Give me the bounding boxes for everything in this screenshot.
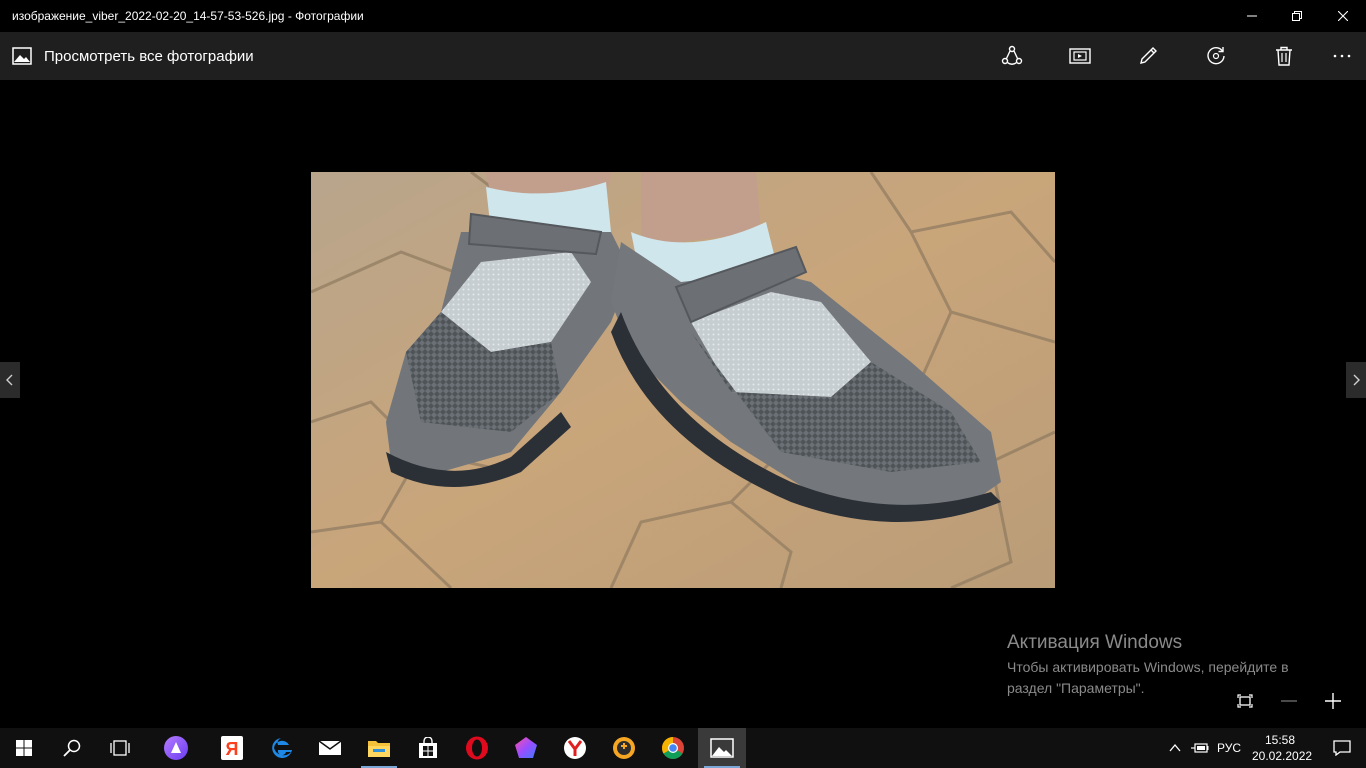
mail-button[interactable] [306, 728, 354, 768]
edge-icon [272, 738, 292, 758]
task-view-icon [110, 740, 130, 756]
start-button[interactable] [0, 728, 48, 768]
photos-button[interactable] [698, 728, 746, 768]
taskbar: Я РУС 15:58 20.02.2022 [0, 728, 1366, 768]
svg-text:Я: Я [226, 739, 239, 759]
restore-icon [1292, 11, 1302, 21]
notifications-button[interactable] [1318, 728, 1366, 768]
task-view-button[interactable] [96, 728, 144, 768]
alice-button[interactable] [152, 728, 200, 768]
browser-shield-icon [613, 737, 635, 759]
zoom-out-button[interactable] [1269, 684, 1309, 718]
rotate-button[interactable] [1192, 32, 1240, 80]
photos-gallery-icon [12, 47, 32, 65]
restore-button[interactable] [1274, 0, 1320, 32]
share-button[interactable] [988, 32, 1036, 80]
view-all-photos-label: Просмотреть все фотографии [44, 47, 254, 65]
minimize-icon [1247, 15, 1257, 17]
chevron-up-icon [1169, 744, 1181, 752]
clock[interactable]: 15:58 20.02.2022 [1252, 732, 1313, 764]
yandex-icon: Я [221, 736, 243, 760]
search-button[interactable] [48, 728, 96, 768]
battery-plug-icon [1191, 743, 1209, 753]
search-icon [63, 739, 81, 757]
zoom-in-button[interactable] [1313, 684, 1353, 718]
chevron-left-icon [6, 374, 13, 386]
shoes-photo-image [311, 172, 1055, 588]
chrome-button[interactable] [649, 728, 697, 768]
mail-icon [318, 740, 342, 755]
delete-button[interactable] [1260, 32, 1308, 80]
zoom-out-icon [1281, 700, 1297, 702]
store-button[interactable] [404, 728, 452, 768]
alice-icon [164, 736, 188, 760]
activation-line-1: Чтобы активировать Windows, перейдите в [1007, 659, 1289, 675]
notification-icon [1333, 740, 1351, 756]
edge-button[interactable] [258, 728, 306, 768]
language-indicator[interactable]: РУС [1217, 741, 1241, 755]
show-hidden-icons-button[interactable] [1163, 728, 1187, 768]
displayed-photo [311, 172, 1055, 588]
polygon-app-icon [515, 737, 537, 758]
fit-screen-button[interactable] [1225, 684, 1265, 718]
fit-screen-icon [1237, 694, 1253, 708]
minimize-button[interactable] [1229, 0, 1275, 32]
clock-time: 15:58 [1264, 733, 1296, 747]
edit-button[interactable] [1124, 32, 1172, 80]
rotate-icon [1207, 47, 1225, 65]
close-button[interactable] [1320, 0, 1366, 32]
next-photo-button[interactable] [1346, 362, 1366, 398]
delete-icon [1276, 46, 1292, 66]
title-bar: изображение_viber_2022-02-20_14-57-53-52… [0, 0, 1366, 32]
zoom-in-icon [1325, 693, 1341, 709]
polygon-app-button[interactable] [502, 728, 550, 768]
file-explorer-button[interactable] [355, 728, 403, 768]
share-icon [1001, 45, 1023, 65]
clock-date: 20.02.2022 [1252, 749, 1313, 763]
activation-title: Активация Windows [1007, 632, 1183, 653]
slideshow-button[interactable] [1056, 32, 1104, 80]
start-icon [16, 740, 32, 756]
photos-icon [710, 738, 734, 758]
edit-icon [1140, 47, 1157, 64]
chrome-icon [662, 737, 684, 759]
explorer-icon [368, 741, 390, 757]
opera-button[interactable] [453, 728, 501, 768]
more-button[interactable] [1318, 32, 1366, 80]
browser-shield-button[interactable] [600, 728, 648, 768]
window-title: изображение_viber_2022-02-20_14-57-53-52… [12, 9, 364, 23]
opera-icon [466, 736, 488, 760]
store-icon [419, 737, 437, 758]
yandex-browser-icon [564, 737, 586, 759]
slideshow-icon [1069, 48, 1091, 64]
battery-button[interactable] [1188, 728, 1212, 768]
yandex-button[interactable]: Я [208, 728, 256, 768]
chevron-right-icon [1353, 374, 1360, 386]
previous-photo-button[interactable] [0, 362, 20, 398]
more-icon [1333, 54, 1351, 58]
yandex-browser-button[interactable] [551, 728, 599, 768]
photo-viewer: Активация Windows Чтобы активировать Win… [0, 80, 1366, 728]
app-bar: Просмотреть все фотографии [0, 32, 1366, 80]
view-all-photos-button[interactable]: Просмотреть все фотографии [0, 32, 254, 80]
close-icon [1338, 11, 1348, 21]
